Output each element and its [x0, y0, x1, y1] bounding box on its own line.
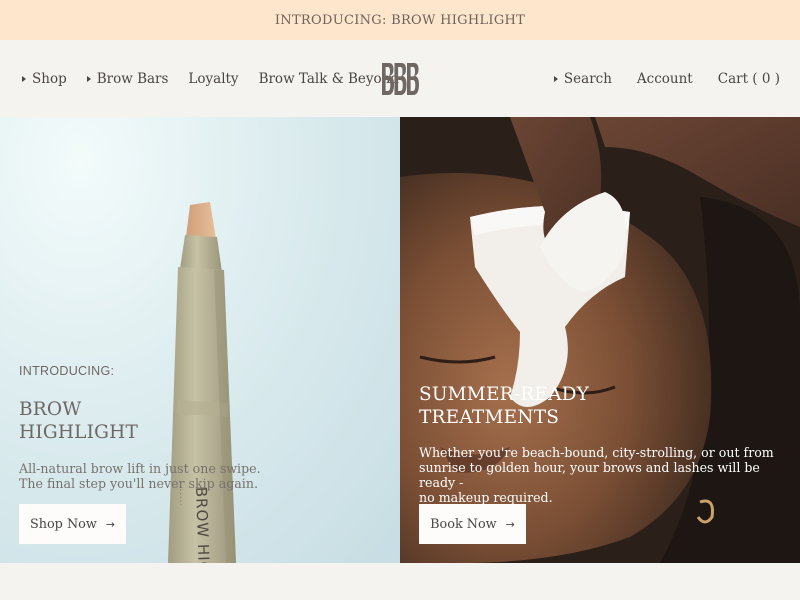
product-image: BROW HIG ····· [168, 202, 236, 563]
search-link[interactable]: Search [553, 70, 612, 87]
hero-description-line: The final step you'll never skip again. [19, 476, 258, 491]
nav-item-shop[interactable]: Shop [22, 71, 67, 87]
nav-item-label: Shop [32, 70, 67, 87]
hero-title: SUMMER-READY TREATMENTS [419, 383, 589, 429]
cart-label: Cart ( 0 ) [717, 70, 780, 87]
nav-item-brow-talk[interactable]: Brow Talk & Beyond [259, 71, 399, 87]
nav-item-label: Loyalty [188, 70, 239, 87]
book-now-label: Book Now [430, 516, 497, 532]
hero-title-line: TREATMENTS [419, 407, 560, 428]
hero-title-line: HIGHLIGHT [19, 422, 138, 443]
caret-right-icon [553, 75, 558, 82]
arrow-right-icon: → [505, 517, 515, 531]
hero-title: BROW HIGHLIGHT [19, 398, 138, 444]
nav-item-brow-bars[interactable]: Brow Bars [86, 70, 169, 87]
shop-now-label: Shop Now [29, 516, 97, 532]
hero-description: Whether you're beach-bound, city-strolli… [419, 445, 789, 505]
cart-link[interactable]: Cart ( 0 ) [718, 71, 780, 87]
hero-description-line: sunrise to golden hour, your brows and l… [419, 460, 760, 490]
hero-title-line: SUMMER-READY [419, 384, 590, 405]
hero-section: BROW HIG ····· INTRODUCING: BROW HIGHLIG… [0, 117, 800, 563]
hero-title-line: BROW [19, 399, 82, 420]
page-continuation [0, 563, 800, 600]
nav-item-loyalty[interactable]: Loyalty [188, 71, 238, 87]
caret-right-icon [86, 75, 91, 82]
product-sub-label: ····· [176, 489, 185, 508]
account-link[interactable]: Account [637, 71, 693, 87]
book-now-button[interactable]: Book Now → [419, 504, 526, 544]
announcement-bar[interactable]: INTRODUCING: BROW HIGHLIGHT [0, 0, 800, 40]
shop-now-button[interactable]: Shop Now → [19, 504, 126, 544]
hero-description-line: All-natural brow lift in just one swipe. [19, 461, 261, 476]
product-label-text: BROW HIG [192, 487, 213, 563]
nav-item-label: Brow Bars [96, 70, 169, 87]
hero-panel-product: BROW HIG ····· INTRODUCING: BROW HIGHLIG… [0, 117, 400, 563]
utility-nav: Search Account Cart ( 0 ) [553, 40, 780, 117]
nav-item-label: Brow Talk & Beyond [258, 70, 400, 87]
hero-eyebrow: INTRODUCING: [19, 364, 115, 378]
announcement-text[interactable]: INTRODUCING: BROW HIGHLIGHT [275, 13, 525, 28]
arrow-right-icon: → [105, 517, 116, 531]
hero-description-line: Whether you're beach-bound, city-strolli… [419, 445, 774, 460]
caret-right-icon [22, 75, 26, 82]
hero-panel-treatments: SUMMER-READY TREATMENTS Whether you're b… [400, 117, 800, 563]
primary-nav: Shop Brow Bars Loyalty Brow Talk & Beyon… [22, 40, 419, 117]
hero-description: All-natural brow lift in just one swipe.… [19, 461, 261, 491]
hero-description-line: no makeup required. [419, 490, 553, 505]
search-label: Search [563, 70, 612, 87]
account-label: Account [636, 70, 693, 87]
brand-logo[interactable] [381, 63, 419, 95]
